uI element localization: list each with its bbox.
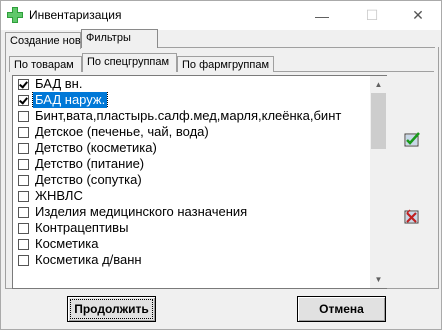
cancel-button[interactable]: Отмена [297, 296, 386, 322]
checklist-item-label: Косметика [35, 236, 99, 251]
checkbox-unchecked[interactable] [18, 239, 29, 250]
title-bar: Инвентаризация — ☐ ✕ [1, 1, 441, 30]
checklist-item-label: Бинт,вата,пластырь.салф.мед,марля,клеёнк… [35, 108, 342, 123]
checklist-item-label: ЖНВЛС [35, 188, 83, 203]
green-cross-icon [7, 7, 23, 23]
checklist-item-label: БАД вн. [35, 76, 83, 91]
checklist-item-label: Детство (косметика) [35, 140, 157, 155]
specgroup-checklist[interactable]: БАД вн. БАД наруж. Бинт,вата,пластырь.салф… [12, 75, 387, 289]
maximize-button[interactable]: ☐ [349, 1, 395, 30]
checklist-items: БАД вн. БАД наруж. Бинт,вата,пластырь.салф… [13, 76, 371, 268]
window-title: Инвентаризация [29, 8, 122, 22]
checklist-item-label: Детство (питание) [35, 156, 145, 171]
vertical-scrollbar[interactable]: ▲ ▼ [370, 76, 387, 288]
checkbox-unchecked[interactable] [18, 143, 29, 154]
subtab-by-specgroups[interactable]: По спецгруппам [82, 53, 177, 72]
checkbox-unchecked[interactable] [18, 175, 29, 186]
checkbox-checked[interactable] [18, 79, 29, 90]
checkbox-unchecked[interactable] [18, 223, 29, 234]
subtab-by-goods[interactable]: По товарам [9, 56, 82, 72]
tab-filters[interactable]: Фильтры [81, 29, 158, 48]
subtab-by-pharmgroups[interactable]: По фармгруппам [177, 56, 274, 72]
checkbox-unchecked[interactable] [18, 255, 29, 266]
checkbox-unchecked[interactable] [18, 191, 29, 202]
checkbox-unchecked[interactable] [18, 159, 29, 170]
checklist-item-label: БАД наруж. [31, 92, 109, 108]
continue-button[interactable]: Продолжить [67, 296, 156, 322]
minimize-button[interactable]: — [299, 1, 345, 30]
checklist-item[interactable]: БАД наруж. [13, 92, 371, 108]
checklist-item[interactable]: Контрацептивы [13, 220, 371, 236]
check-all-icon[interactable] [403, 130, 421, 148]
checklist-item[interactable]: Детское (печенье, чай, вода) [13, 124, 371, 140]
checkbox-checked[interactable] [18, 95, 29, 106]
tab-create-new[interactable]: Создание новой [5, 32, 93, 49]
close-button[interactable]: ✕ [395, 1, 441, 30]
scroll-down-arrow-icon[interactable]: ▼ [370, 271, 387, 288]
uncheck-all-icon[interactable] [403, 207, 421, 225]
checklist-item[interactable]: Косметика д/ванн [13, 252, 371, 268]
checklist-item-label: Изделия медицинского назначения [35, 204, 248, 219]
scroll-thumb[interactable] [371, 93, 386, 149]
checkbox-unchecked[interactable] [18, 127, 29, 138]
checklist-item-label: Детское (печенье, чай, вода) [35, 124, 209, 139]
checklist-item-label: Косметика д/ванн [35, 252, 142, 267]
checklist-item[interactable]: БАД вн. [13, 76, 371, 92]
checklist-item[interactable]: Детство (питание) [13, 156, 371, 172]
checklist-item[interactable]: Бинт,вата,пластырь.салф.мед,марля,клеёнк… [13, 108, 371, 124]
checkbox-unchecked[interactable] [18, 111, 29, 122]
checklist-item[interactable]: ЖНВЛС [13, 188, 371, 204]
checklist-item[interactable]: Детство (сопутка) [13, 172, 371, 188]
scroll-up-arrow-icon[interactable]: ▲ [370, 76, 387, 93]
checklist-item[interactable]: Косметика [13, 236, 371, 252]
checklist-item-label: Детство (сопутка) [35, 172, 142, 187]
checklist-item[interactable]: Детство (косметика) [13, 140, 371, 156]
inventory-window: Инвентаризация — ☐ ✕ Создание новой Филь… [0, 0, 442, 330]
checkbox-unchecked[interactable] [18, 207, 29, 218]
checklist-item[interactable]: Изделия медицинского назначения [13, 204, 371, 220]
checklist-item-label: Контрацептивы [35, 220, 129, 235]
